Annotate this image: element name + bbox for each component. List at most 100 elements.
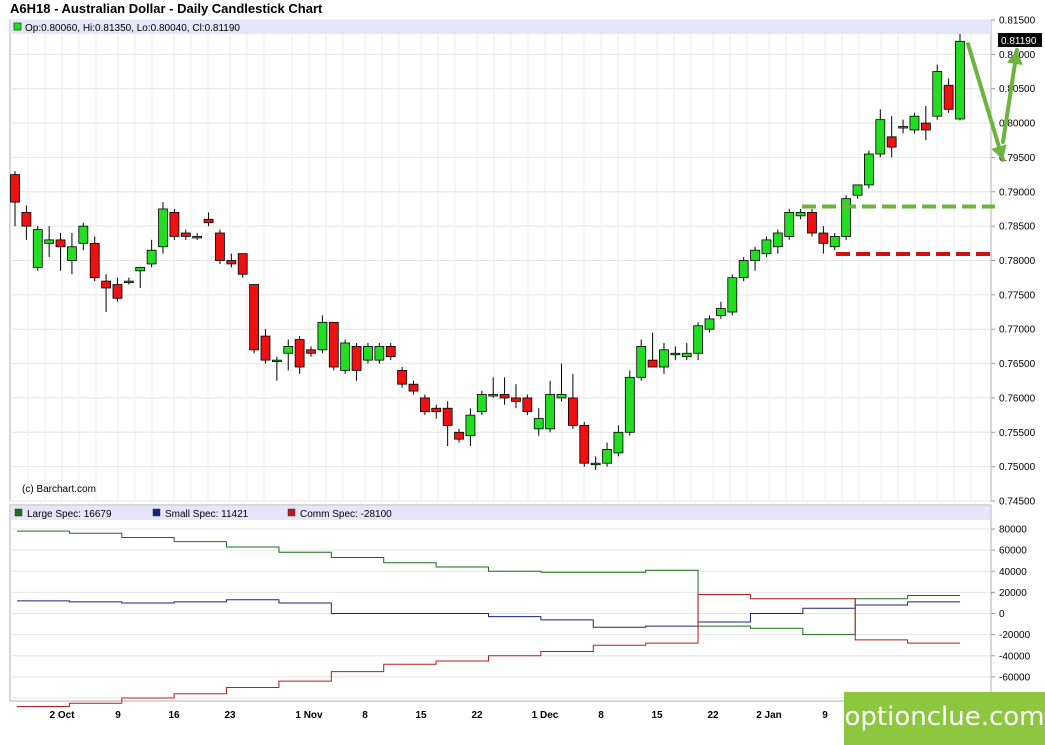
cot-tick-label: -40000 — [999, 651, 1031, 662]
candle-body — [112, 284, 123, 299]
candle-body — [488, 394, 499, 397]
x-tick-label: 15 — [415, 710, 427, 721]
candle-body — [567, 397, 578, 426]
x-tick-label: 9 — [822, 710, 828, 721]
candle-body — [522, 397, 533, 413]
candle-body — [408, 383, 419, 392]
last-price-label: 0.81190 — [1001, 36, 1037, 47]
candle-body — [841, 198, 852, 237]
legend-entry: Comm Spec: -28100 — [300, 509, 392, 520]
candle-body — [78, 225, 89, 244]
candle-body — [351, 345, 362, 371]
candle-body — [647, 359, 658, 368]
legend-swatch — [14, 508, 23, 517]
candle-body — [101, 280, 111, 289]
candle-body — [499, 394, 510, 399]
watermark-text: optionclue.com — [844, 702, 1045, 732]
candle-body — [32, 229, 43, 268]
watermark-logo: optionclue.com — [844, 692, 1045, 745]
candle-body — [602, 449, 612, 464]
candle-body — [283, 345, 294, 354]
candle-body — [135, 266, 146, 272]
candle-body — [852, 184, 863, 196]
candle-body — [693, 325, 704, 354]
x-tick-label: 22 — [707, 710, 719, 721]
price-tick-label: 0.79000 — [999, 187, 1036, 198]
candle-body — [180, 232, 191, 237]
candle-body — [704, 318, 715, 330]
cot-tick-label: -60000 — [999, 672, 1031, 683]
candle-body — [738, 260, 749, 279]
candle-body — [294, 339, 305, 368]
legend-entry: Large Spec: 16679 — [27, 509, 112, 520]
candle-body — [579, 425, 590, 464]
candle-body — [10, 174, 20, 203]
x-tick-label: 2 Oct — [49, 710, 75, 721]
candle-body — [636, 345, 647, 378]
candle-body — [317, 321, 328, 351]
candle-body — [659, 349, 669, 368]
candle-body — [920, 122, 931, 131]
cot-tick-label: 40000 — [999, 567, 1027, 578]
candle-body — [89, 242, 100, 279]
candle-body — [829, 236, 840, 248]
price-tick-label: 0.80500 — [999, 84, 1036, 95]
cot-tick-label: 20000 — [999, 588, 1027, 599]
cot-tick-label: 80000 — [999, 525, 1027, 536]
price-tick-label: 0.76000 — [999, 393, 1036, 404]
price-tick-label: 0.76500 — [999, 359, 1036, 370]
candle-body — [613, 431, 624, 454]
candle-body — [271, 359, 282, 363]
price-tick-label: 0.75000 — [999, 462, 1036, 473]
price-tick-label: 0.77000 — [999, 325, 1036, 336]
candlestick-chart: 0.815000.810000.805000.800000.795000.790… — [9, 16, 1042, 721]
x-tick-label: 1 Dec — [532, 710, 559, 721]
x-tick-label: 2 Jan — [756, 710, 782, 721]
candle-body — [260, 335, 271, 361]
candle-body — [545, 394, 556, 430]
candle-body — [784, 211, 795, 237]
x-tick-label: 1 Nov — [295, 710, 323, 721]
candle-body — [363, 345, 373, 361]
candle-body — [397, 370, 408, 385]
legend-entry: Small Spec: 11421 — [165, 509, 249, 520]
candle-body — [146, 249, 157, 265]
candle-body — [44, 239, 55, 244]
candle-body — [864, 153, 874, 186]
candle-body — [556, 394, 567, 399]
x-tick-label: 15 — [651, 710, 663, 721]
candle-body — [237, 253, 248, 275]
candle-body — [374, 345, 385, 361]
price-axis: 0.815000.810000.805000.800000.795000.790… — [991, 16, 1036, 508]
candle-body — [306, 349, 316, 354]
candle-body — [192, 236, 203, 239]
candle-body — [681, 352, 692, 358]
candle-body — [875, 119, 886, 155]
candle-body — [761, 239, 772, 255]
price-tick-label: 0.74500 — [999, 497, 1036, 508]
candle-body — [169, 211, 180, 237]
candle-body — [67, 246, 77, 261]
copyright-text: (c) Barchart.com — [22, 484, 96, 495]
candle-body — [511, 397, 521, 402]
price-tick-label: 0.75500 — [999, 428, 1036, 439]
ohlc-text: Op:0.80060, Hi:0.81350, Lo:0.80040, Cl:0… — [25, 23, 240, 34]
candle-body — [624, 376, 635, 433]
x-tick-label: 16 — [168, 710, 180, 721]
candle-body — [670, 352, 681, 356]
candle-body — [442, 407, 453, 426]
cot-tick-label: -20000 — [999, 630, 1031, 641]
cot-tick-label: 0 — [999, 609, 1005, 620]
candle-body — [465, 414, 476, 437]
candle-body — [226, 260, 237, 265]
candle-body — [249, 284, 259, 351]
candle-body — [772, 232, 783, 248]
candle-body — [943, 84, 954, 110]
x-tick-label: 8 — [598, 710, 604, 721]
candle-body — [203, 218, 214, 224]
candle-body — [886, 136, 897, 148]
candle-body — [123, 280, 134, 284]
ohlc-swatch — [13, 22, 22, 31]
candle-body — [385, 345, 396, 358]
candle-body — [590, 462, 601, 466]
